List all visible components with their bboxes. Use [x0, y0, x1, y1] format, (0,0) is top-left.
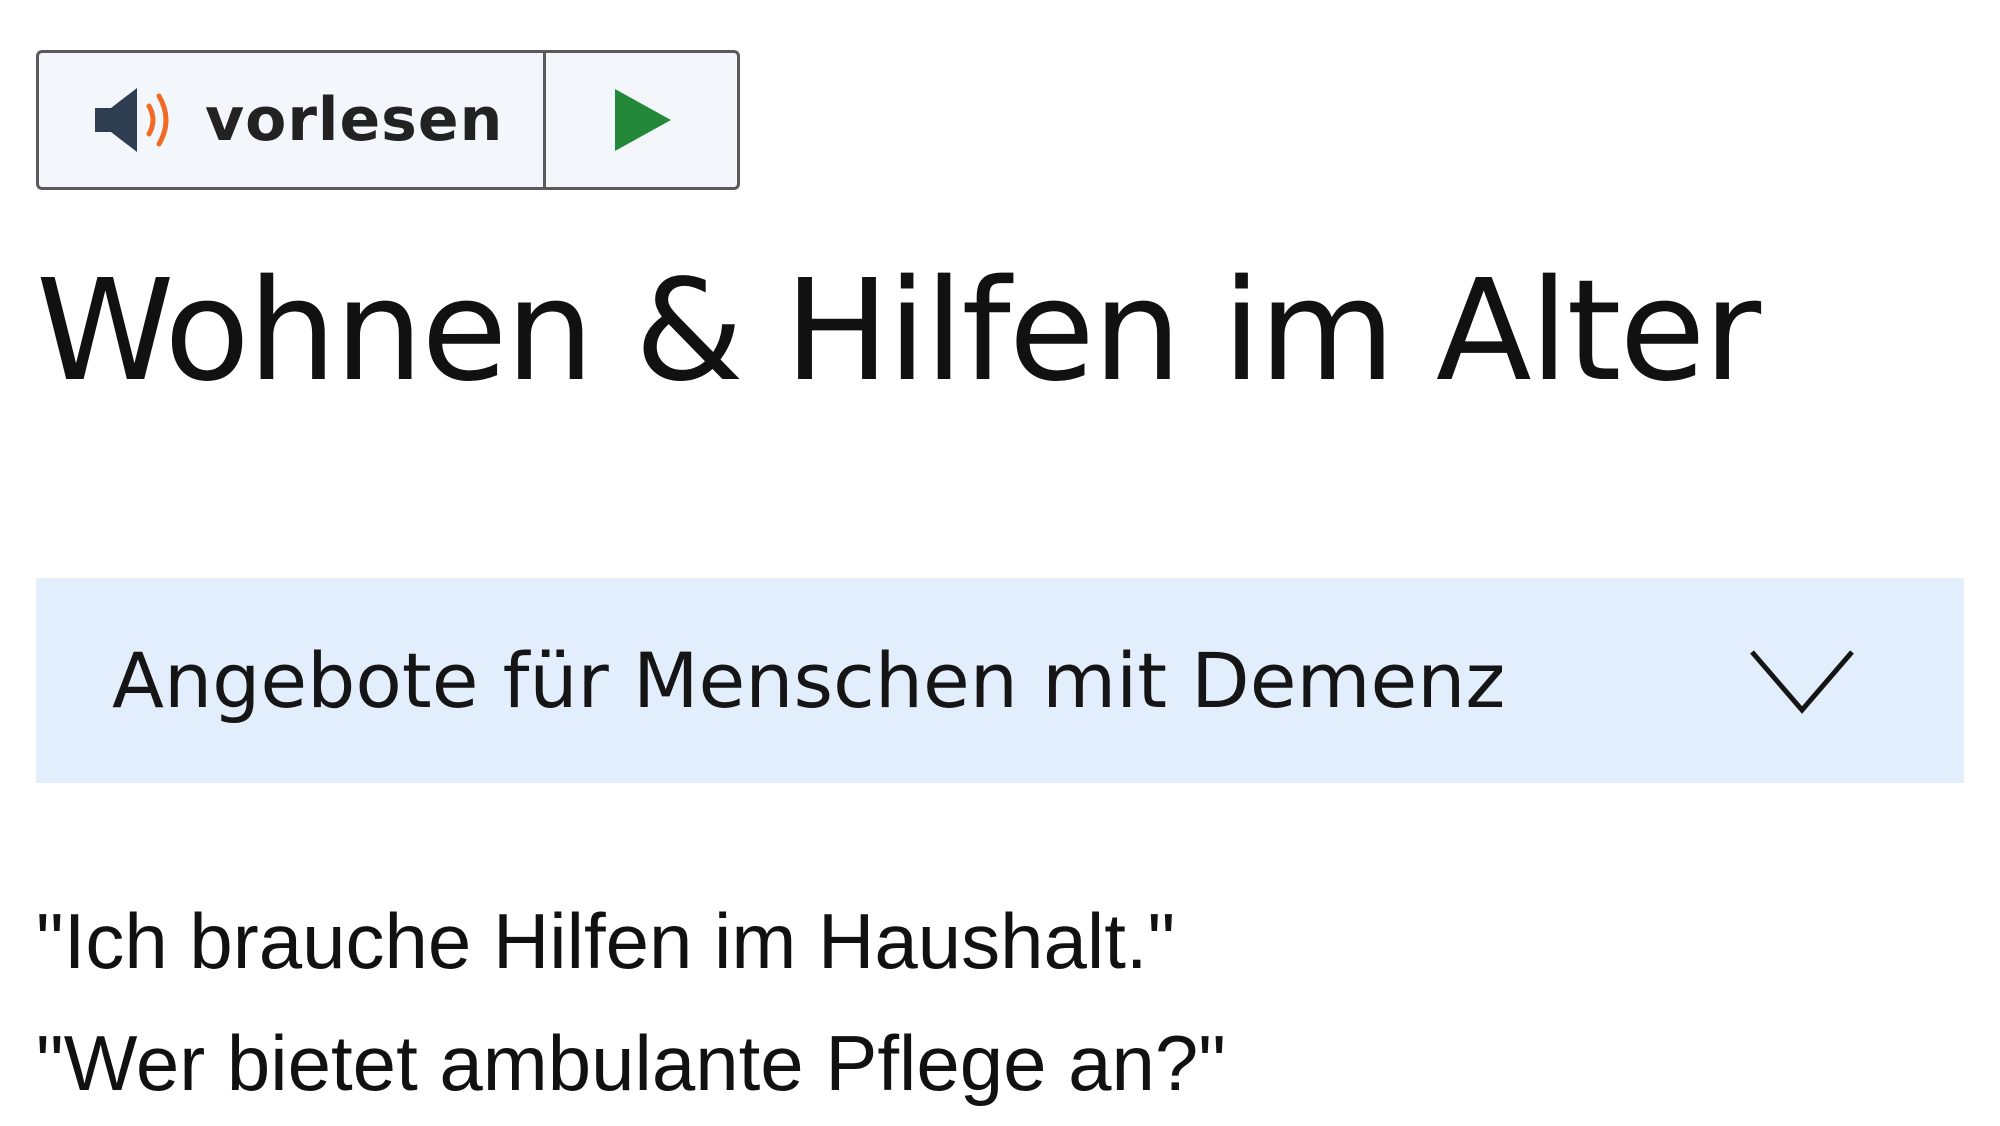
page-content: vorlesen Wohnen & Hilfen im Alter Angebo… [36, 0, 1964, 1126]
example-question: "Ich brauche Hilfen im Haushalt." [36, 897, 1176, 985]
example-question: "Wer bietet ambulante Pflege an?" [36, 1019, 1226, 1107]
accordion-label: Angebote für Menschen mit Demenz [112, 635, 1506, 725]
page-title: Wohnen & Hilfen im Alter [36, 250, 1761, 413]
read-aloud-button[interactable]: vorlesen [39, 53, 546, 187]
chevron-down-icon [1750, 649, 1854, 714]
example-questions: "Ich brauche Hilfen im Haushalt." "Wer b… [36, 880, 1964, 1124]
play-icon [614, 89, 671, 151]
accordion-dementia-offers[interactable]: Angebote für Menschen mit Demenz [36, 578, 1964, 783]
readspeaker-widget: vorlesen [36, 50, 740, 190]
play-button[interactable] [546, 53, 737, 187]
read-aloud-label: vorlesen [205, 85, 504, 155]
speaker-icon [95, 88, 169, 152]
